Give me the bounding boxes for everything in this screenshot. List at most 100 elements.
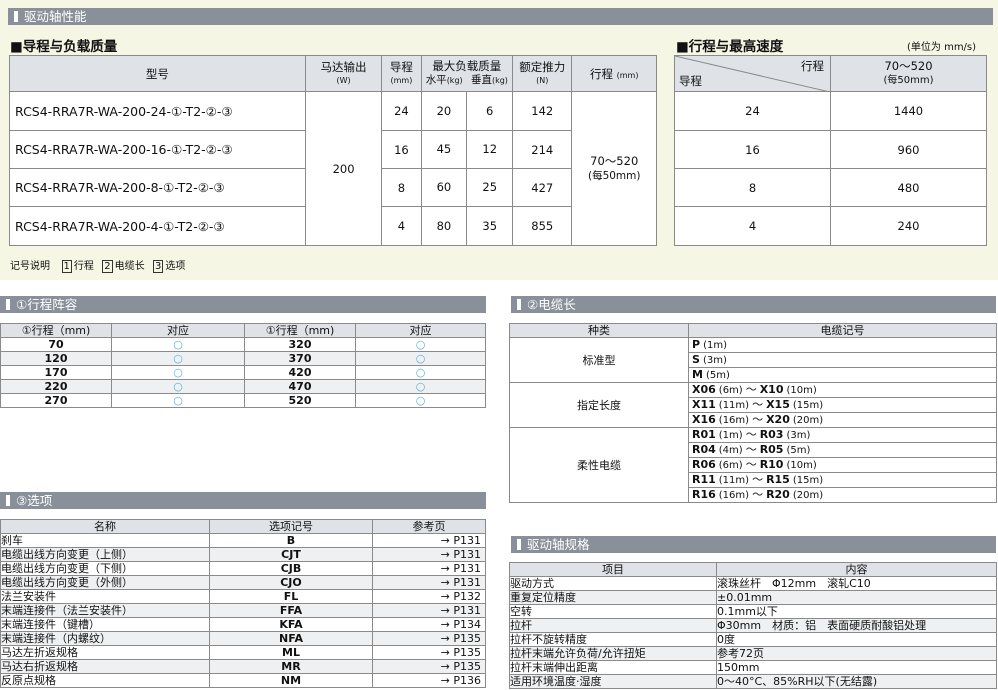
table-row: 16 960 xyxy=(674,130,987,169)
option-name: 电缆出线方向变更（外侧） xyxy=(0,575,210,590)
section-title: 驱动轴性能 xyxy=(24,9,87,24)
spec-value: 参考72页 xyxy=(716,646,997,661)
spec-value: ±0.01mm xyxy=(716,590,997,605)
spec-value: 0.1mm以下 xyxy=(716,604,997,619)
option-page: → P135 xyxy=(372,659,486,674)
col-motor: 马达输出 (W) xyxy=(304,55,383,92)
table-row: 24 1440 xyxy=(674,91,987,131)
left-table-title: ■导程与负载质量 xyxy=(10,39,118,55)
table-row: 电缆出线方向变更（上侧） CJT → P131 xyxy=(0,547,486,562)
cable-code: X11 (11m) ～ X15 (15m) xyxy=(688,397,997,413)
cable-code: R06 (6m) ～ R10 (10m) xyxy=(688,457,997,473)
stroke-value: 170 xyxy=(0,365,112,380)
spec-item: 拉杆不旋转精度 xyxy=(509,632,717,647)
table-row: 70 ○ 320 ○ xyxy=(0,337,486,352)
spec-item: 驱动方式 xyxy=(509,576,717,591)
cable-code: P (1m) xyxy=(688,337,997,353)
option-code: ML xyxy=(209,645,373,660)
spec-item: 拉杆末端允许负荷/允许扭矩 xyxy=(509,646,717,661)
table-row: 拉杆末端伸出距离 150mm xyxy=(509,660,997,675)
table-row: 法兰安装件 FL → P132 xyxy=(0,589,486,604)
option-name: 法兰安装件 xyxy=(0,589,210,604)
support-mark: ○ xyxy=(111,393,245,408)
section-header-stroke: ①行程阵容 xyxy=(0,296,486,313)
stroke-value: 470 xyxy=(244,379,356,394)
table-row: 末端连接件（键槽） KFA → P134 xyxy=(0,617,486,632)
option-page: → P136 xyxy=(372,673,486,688)
support-mark: ○ xyxy=(355,379,486,394)
motor-value: 200 xyxy=(304,91,383,246)
option-page: → P134 xyxy=(372,617,486,632)
option-page: → P135 xyxy=(372,631,486,646)
stroke-value: 70 xyxy=(0,337,112,352)
cable-type: 标准型 xyxy=(509,337,689,383)
table-row: 拉杆末端允许负荷/允许扭矩 参考72页 xyxy=(509,646,997,661)
table-row: 拉杆 Φ30mm 材质：铝 表面硬质耐酸铝处理 xyxy=(509,618,997,633)
table-row: 反原点规格 NM → P136 xyxy=(0,673,486,688)
unit-note: (单位为 mm/s) xyxy=(907,42,977,53)
table-row: 空转 0.1mm以下 xyxy=(509,604,997,619)
spec-item: 适用环境温度·湿度 xyxy=(509,674,717,689)
support-mark: ○ xyxy=(355,337,486,352)
col-stroke-range: 70～520 (每50mm) xyxy=(830,55,987,92)
spec-value: 0～40°C、85%RH以下(无结露) xyxy=(716,674,997,689)
stroke-value: 520 xyxy=(244,393,356,408)
cable-code: R04 (4m) ～ R05 (5m) xyxy=(688,442,997,458)
col-model: 型号 xyxy=(9,55,306,92)
option-code: KFA xyxy=(209,617,373,632)
legend: 记号说明 1 行程 2 电缆长 3 选项 xyxy=(10,260,186,273)
stroke-value: 270 xyxy=(0,393,112,408)
col-stroke: 行程 (mm) xyxy=(571,55,657,92)
option-page: → P132 xyxy=(372,589,486,604)
cable-code: S (3m) xyxy=(688,352,997,368)
col-maxload: 最大负载质量 水平(kg) 垂直(kg) xyxy=(420,55,514,92)
option-name: 末端连接件（法兰安装件） xyxy=(0,603,210,618)
table-row: 驱动方式 滚珠丝杆 Φ12mm 滚轧C10 xyxy=(509,576,997,591)
spec-item: 拉杆 xyxy=(509,618,717,633)
cable-code: R11 (11m) ～ R15 (15m) xyxy=(688,472,997,488)
option-code: CJT xyxy=(209,547,373,562)
option-page: → P131 xyxy=(372,547,486,562)
spec-item: 重复定位精度 xyxy=(509,590,717,605)
col-lead: 导程 (mm) xyxy=(381,55,422,92)
section-header-performance: 驱动轴性能 xyxy=(8,8,993,25)
option-name: 马达左折返规格 xyxy=(0,645,210,660)
table-row: 120 ○ 370 ○ xyxy=(0,351,486,366)
option-code: FL xyxy=(209,589,373,604)
stroke-value: 70～520 (每50mm) xyxy=(571,91,657,246)
table-row: 标准型 P (1m) xyxy=(509,337,997,383)
table-row: 柔性电缆 R01 (1m) ～ R03 (3m) xyxy=(509,427,997,503)
section-header-cable: ②电缆长 xyxy=(511,296,996,313)
cable-type: 柔性电缆 xyxy=(509,427,689,503)
option-name: 刹车 xyxy=(0,533,210,548)
table-row: 末端连接件（内螺纹） NFA → P135 xyxy=(0,631,486,646)
support-mark: ○ xyxy=(111,351,245,366)
cable-code: M (5m) xyxy=(688,367,997,383)
col-thrust: 额定推力 (N) xyxy=(512,55,573,92)
option-page: → P131 xyxy=(372,603,486,618)
option-code: NM xyxy=(209,673,373,688)
option-code: CJO xyxy=(209,575,373,590)
spec-value: 滚珠丝杆 Φ12mm 滚轧C10 xyxy=(716,576,997,591)
table-row: 指定长度 X06 (6m) ～ X10 (10m) xyxy=(509,382,997,428)
table-row: RCS4-RRA7R-WA-200-24-①-T2-②-③ 200 24 20 6… xyxy=(9,91,657,246)
table-row: 重复定位精度 ±0.01mm xyxy=(509,590,997,605)
table-row: 270 ○ 520 ○ xyxy=(0,393,486,408)
lead-load-table: 型号 马达输出 (W) 导程 (mm) 最大负载质量 水平(kg) 垂直(kg) 额定… xyxy=(9,55,657,246)
spec-item: 空转 xyxy=(509,604,717,619)
cable-table: 种类 电缆记号 标准型 P (1m) S (3m) M (5m) 指定长度 X06 (6m) ～ X10… xyxy=(509,323,997,503)
section-header-spec: 驱动轴规格 xyxy=(511,536,996,553)
option-code: MR xyxy=(209,659,373,674)
corner-header: 行程 导程 xyxy=(674,55,831,92)
section-header-options: ③选项 xyxy=(0,492,486,509)
spec-table: 项目 内容 驱动方式 滚珠丝杆 Φ12mm 滚轧C10 重复定位精度 ±0.01mm 空转… xyxy=(509,562,997,689)
support-mark: ○ xyxy=(355,365,486,380)
cable-code: R16 (16m) ～ R20 (20m) xyxy=(688,487,997,503)
table-row: 电缆出线方向变更（下侧） CJB → P131 xyxy=(0,561,486,576)
stroke-value: 220 xyxy=(0,379,112,394)
support-mark: ○ xyxy=(355,393,486,408)
table-row: 170 ○ 420 ○ xyxy=(0,365,486,380)
stroke-value: 120 xyxy=(0,351,112,366)
spec-value: 150mm xyxy=(716,660,997,675)
spec-value: 0度 xyxy=(716,632,997,647)
